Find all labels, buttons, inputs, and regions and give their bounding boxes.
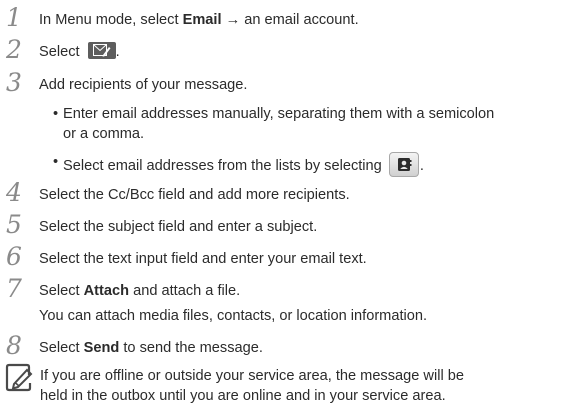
note-pencil-icon — [4, 363, 34, 397]
step-text: Select the subject field and enter a sub… — [39, 219, 318, 235]
compose-email-icon — [87, 42, 116, 59]
option-name: Attach — [83, 283, 130, 299]
step-number: 7 — [6, 274, 22, 303]
menu-name: Email — [182, 12, 222, 28]
step-text: In Menu mode, select Email → an email ac… — [39, 12, 359, 28]
step-text: Add recipients of your message. — [39, 77, 248, 93]
note-text: If you are offline or outside your servi… — [40, 368, 464, 384]
option-name: Send — [83, 340, 120, 356]
step-text: Select Attach and attach a file. — [39, 283, 241, 299]
step-number: 5 — [6, 210, 22, 239]
step-number: 2 — [6, 35, 22, 64]
step-number: 1 — [6, 3, 22, 32]
bullet-marker: • — [53, 106, 59, 122]
step-number: 3 — [6, 68, 22, 97]
note-text-continued: held in the outbox until you are online … — [40, 388, 446, 404]
step-number: 4 — [6, 178, 22, 207]
step-number: 6 — [6, 242, 22, 271]
bullet-marker: • — [53, 154, 59, 170]
step-text: Select the text input field and enter yo… — [39, 251, 367, 267]
bullet-text-continued: or a comma. — [63, 126, 145, 142]
step-subtext: You can attach media files, contacts, or… — [39, 308, 428, 324]
bullet-text: Enter email addresses manually, separati… — [63, 106, 495, 122]
step-text: Select Send to send the message. — [39, 340, 263, 356]
contacts-icon — [388, 152, 419, 177]
step-text: Select the Cc/Bcc field and add more rec… — [39, 187, 350, 203]
step-text: Select . — [39, 42, 120, 60]
instruction-page: 1 In Menu mode, select Email → an email … — [0, 0, 563, 412]
bullet-text: Select email addresses from the lists by… — [63, 152, 424, 177]
step-number: 8 — [6, 331, 22, 360]
